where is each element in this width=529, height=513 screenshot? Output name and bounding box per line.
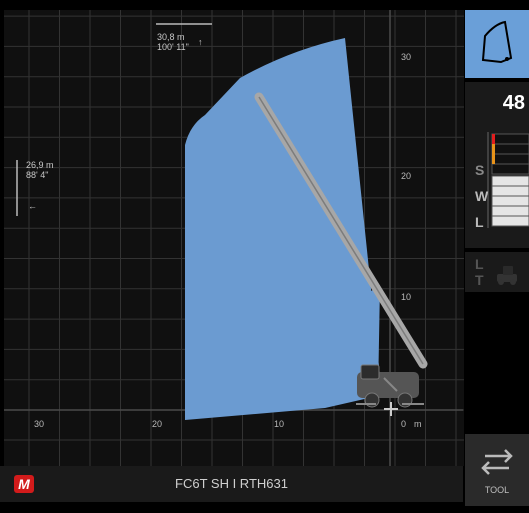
y-tick-label: 20 (401, 171, 411, 181)
load-tester-icon (497, 266, 517, 285)
max-height-metric: 30,8 m (157, 32, 185, 42)
bottom-bar: M FC6T SH I RTH631 (0, 466, 463, 502)
angle-panel: 48 S W L (465, 82, 529, 248)
left-arrow-icon: ← (28, 201, 37, 211)
x-tick-label: 10 (274, 419, 284, 429)
max-height-imperial: 100' 11" (157, 42, 189, 52)
x-tick-label: 30 (34, 419, 44, 429)
lt-letter-l: L (475, 256, 484, 272)
swap-arrows-icon (481, 449, 513, 475)
right-panel: 48 S W L L T TOOL (465, 10, 529, 513)
y-tick-label: 10 (401, 292, 411, 302)
view-mode-button[interactable] (465, 10, 529, 78)
tool-button[interactable]: TOOL (465, 434, 529, 506)
max-reach-metric: 26,9 m (26, 160, 54, 170)
tool-label: TOOL (484, 485, 510, 495)
y-tick-label: 30 (401, 52, 411, 62)
cab (360, 364, 380, 380)
scale-letter-l: L (475, 214, 484, 230)
scale-letter-s: S (475, 162, 485, 178)
up-arrow-icon: ↑ (198, 37, 203, 47)
load-chart: 30 20 10 0 m 30 20 10 30,8 m 100' 11" ↑ … (0, 0, 465, 466)
envelope-icon (481, 20, 513, 64)
x-tick-label: 0 (401, 419, 406, 429)
max-reach-imperial: 88' 4" (26, 170, 48, 180)
x-unit-label: m (414, 419, 422, 429)
scale-letter-w: W (475, 188, 489, 204)
machine-model-label: FC6T SH I RTH631 (175, 476, 288, 491)
lt-letter-t: T (475, 272, 484, 288)
x-tick-label: 20 (152, 419, 162, 429)
boom-angle-value: 48 (502, 92, 525, 114)
lt-panel: L T (465, 252, 529, 292)
